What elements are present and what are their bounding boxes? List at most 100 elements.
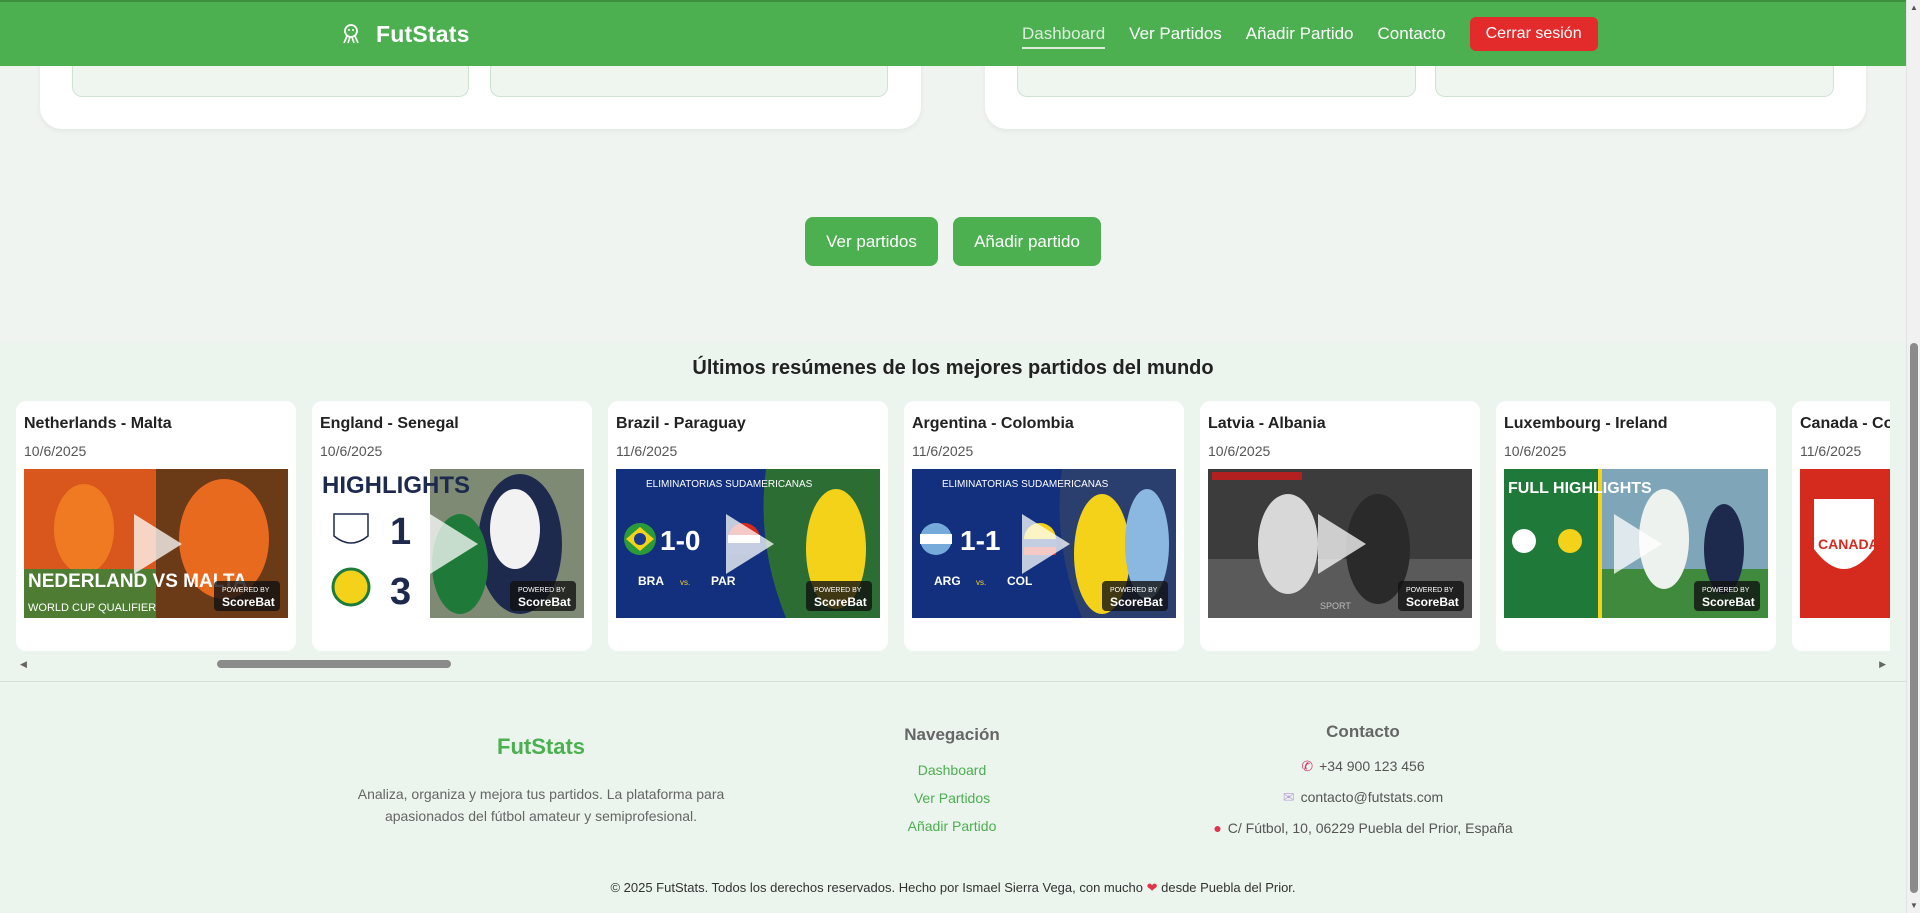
svg-text:POWERED BY: POWERED BY xyxy=(222,587,270,594)
contact-address-row: ● C/ Fútbol, 10, 06229 Puebla del Prior, … xyxy=(1100,819,1626,850)
score-a: 1 xyxy=(390,511,411,553)
svg-text:POWERED BY: POWERED BY xyxy=(1406,587,1454,594)
card-date: 11/6/2025 xyxy=(912,443,974,459)
card-date: 11/6/2025 xyxy=(1800,443,1862,459)
thumb-text: HIGHLIGHTS xyxy=(322,472,470,499)
svg-text:ScoreBat: ScoreBat xyxy=(1110,595,1163,609)
highlight-card[interactable]: Netherlands - Malta 10/6/2025 NEDERLAND … xyxy=(16,401,296,651)
footer-link-dashboard[interactable]: Dashboard xyxy=(852,761,1052,789)
nav-link-anadir-partido[interactable]: Añadir Partido xyxy=(1246,24,1354,44)
footer-nav-title: Navegación xyxy=(904,725,1000,744)
thumb-text: SPORT xyxy=(1320,601,1351,611)
svg-text:ARG: ARG xyxy=(934,574,961,588)
brand[interactable]: FutStats xyxy=(340,2,470,66)
video-thumbnail[interactable]: NEDERLAND VS MALTA WORLD CUP QUALIFIER P… xyxy=(24,469,288,618)
footer-description: Analiza, organiza y mejora tus partidos.… xyxy=(357,786,725,824)
svg-text:COL: COL xyxy=(1007,574,1032,588)
card-date: 11/6/2025 xyxy=(616,443,678,459)
email-icon: ✉ xyxy=(1282,789,1295,805)
thumb-text: FULL HIGHLIGHTS xyxy=(1508,480,1652,497)
video-thumbnail[interactable]: FULL HIGHLIGHTS POWERED BY ScoreBat xyxy=(1504,469,1768,618)
carousel-scrollbar[interactable]: ◀ ▶ xyxy=(16,655,1890,673)
svg-text:ScoreBat: ScoreBat xyxy=(518,595,571,609)
svg-text:ScoreBat: ScoreBat xyxy=(222,595,275,609)
highlight-card[interactable]: Latvia - Albania 10/6/2025 SPORT POWERED… xyxy=(1200,401,1480,651)
svg-text:vs.: vs. xyxy=(976,578,986,587)
contact-email: contacto@futstats.com xyxy=(1300,789,1444,805)
heart-icon: ❤ xyxy=(1146,880,1158,895)
scroll-down-arrow-icon[interactable]: ▼ xyxy=(1910,901,1918,910)
video-thumbnail[interactable]: HIGHLIGHTS 1 3 POWERED BY ScoreBat xyxy=(320,469,584,618)
nav-link-ver-partidos[interactable]: Ver Partidos xyxy=(1129,24,1222,44)
video-thumbnail[interactable]: CANADA xyxy=(1800,469,1890,618)
thumb-text: ELIMINATORIAS SUDAMERICANAS xyxy=(942,479,1109,490)
highlight-card[interactable]: Canada - Co 11/6/2025 CANADA xyxy=(1792,401,1890,651)
nav-link-dashboard[interactable]: Dashboard xyxy=(1022,24,1106,49)
thumb-text: CANADA xyxy=(1818,536,1879,552)
video-thumbnail[interactable]: ELIMINATORIAS SUDAMERICANAS 1-1 ARG vs. … xyxy=(912,469,1176,618)
svg-text:ScoreBat: ScoreBat xyxy=(1406,595,1459,609)
highlights-section: Últimos resúmenes de los mejores partido… xyxy=(0,342,1906,686)
footer-nav-links: Dashboard Ver Partidos Añadir Partido xyxy=(852,761,1052,845)
view-matches-button[interactable]: Ver partidos xyxy=(805,217,938,266)
top-navbar: FutStats Dashboard Ver Partidos Añadir P… xyxy=(0,0,1906,66)
highlights-title: Últimos resúmenes de los mejores partido… xyxy=(692,357,1214,379)
video-thumbnail[interactable]: SPORT POWERED BY ScoreBat xyxy=(1208,469,1472,618)
contact-email-row: ✉ contacto@futstats.com xyxy=(1100,788,1626,819)
highlight-card[interactable]: Argentina - Colombia 11/6/2025 ELIMINATO… xyxy=(904,401,1184,651)
score-b: 3 xyxy=(390,571,411,613)
page-scrollbar-thumb[interactable] xyxy=(1910,343,1918,893)
footer-contact-title: Contacto xyxy=(1326,722,1400,741)
svg-text:POWERED BY: POWERED BY xyxy=(814,587,862,594)
footer-brand: FutStats xyxy=(497,734,585,759)
contact-phone: +34 900 123 456 xyxy=(1319,758,1425,774)
svg-text:POWERED BY: POWERED BY xyxy=(518,587,566,594)
carousel-scrollbar-thumb[interactable] xyxy=(217,660,451,668)
card-title: Argentina - Colombia xyxy=(912,415,1074,432)
footer-link-anadir-partido[interactable]: Añadir Partido xyxy=(852,817,1052,845)
card-title: England - Senegal xyxy=(320,415,459,432)
location-icon: ● xyxy=(1213,820,1222,836)
thumb-subtext: WORLD CUP QUALIFIER xyxy=(28,602,156,614)
footer: FutStats Analiza, organiza y mejora tus … xyxy=(0,681,1906,913)
nav-links: Dashboard Ver Partidos Añadir Partido Co… xyxy=(1022,2,1598,66)
svg-text:ScoreBat: ScoreBat xyxy=(1702,595,1755,609)
card-title: Luxembourg - Ireland xyxy=(1504,415,1668,432)
highlight-card[interactable]: Brazil - Paraguay 11/6/2025 ELIMINATORIA… xyxy=(608,401,888,651)
phone-icon: ✆ xyxy=(1301,758,1314,774)
thumb-text: ELIMINATORIAS SUDAMERICANAS xyxy=(646,479,813,490)
highlight-card[interactable]: England - Senegal 10/6/2025 HIGHLIGHTS 1… xyxy=(312,401,592,651)
scroll-right-arrow-icon[interactable]: ▶ xyxy=(1879,659,1886,670)
card-title: Latvia - Albania xyxy=(1208,415,1326,432)
svg-text:POWERED BY: POWERED BY xyxy=(1110,587,1158,594)
highlights-carousel[interactable]: Netherlands - Malta 10/6/2025 NEDERLAND … xyxy=(16,401,1890,651)
contact-address: C/ Fútbol, 10, 06229 Puebla del Prior, E… xyxy=(1227,820,1513,836)
video-thumbnail[interactable]: ELIMINATORIAS SUDAMERICANAS 1-0 BRA vs. … xyxy=(616,469,880,618)
svg-text:PAR: PAR xyxy=(711,574,736,588)
footer-link-ver-partidos[interactable]: Ver Partidos xyxy=(852,789,1052,817)
card-date: 10/6/2025 xyxy=(1504,443,1567,459)
card-date: 10/6/2025 xyxy=(1208,443,1271,459)
svg-text:BRA: BRA xyxy=(638,574,664,588)
copyright: © 2025 FutStats. Todos los derechos rese… xyxy=(0,880,1906,896)
svg-text:POWERED BY: POWERED BY xyxy=(1702,587,1750,594)
scroll-left-arrow-icon[interactable]: ◀ xyxy=(20,659,27,670)
card-title: Canada - Co xyxy=(1800,415,1890,432)
contact-phone-row: ✆ +34 900 123 456 xyxy=(1100,757,1626,788)
add-match-button[interactable]: Añadir partido xyxy=(953,217,1101,266)
logout-button[interactable]: Cerrar sesión xyxy=(1469,17,1598,51)
copyright-text: © 2025 FutStats. Todos los derechos rese… xyxy=(610,880,1143,895)
match-score: 1-0 xyxy=(660,525,700,556)
nav-link-contacto[interactable]: Contacto xyxy=(1378,24,1446,44)
brand-name: FutStats xyxy=(376,20,470,47)
trophy-icon xyxy=(343,24,359,44)
highlight-card[interactable]: Luxembourg - Ireland 10/6/2025 FULL HIGH… xyxy=(1496,401,1776,651)
card-title: Brazil - Paraguay xyxy=(616,415,746,432)
action-buttons: Ver partidos Añadir partido xyxy=(0,217,1906,266)
scroll-up-arrow-icon[interactable]: ▲ xyxy=(1910,3,1918,12)
card-title: Netherlands - Malta xyxy=(24,415,172,432)
page-scrollbar[interactable]: ▲ ▼ xyxy=(1906,0,1920,913)
svg-text:ScoreBat: ScoreBat xyxy=(814,595,867,609)
footer-contact: ✆ +34 900 123 456 ✉ contacto@futstats.com … xyxy=(1100,757,1626,850)
card-date: 10/6/2025 xyxy=(24,443,87,459)
